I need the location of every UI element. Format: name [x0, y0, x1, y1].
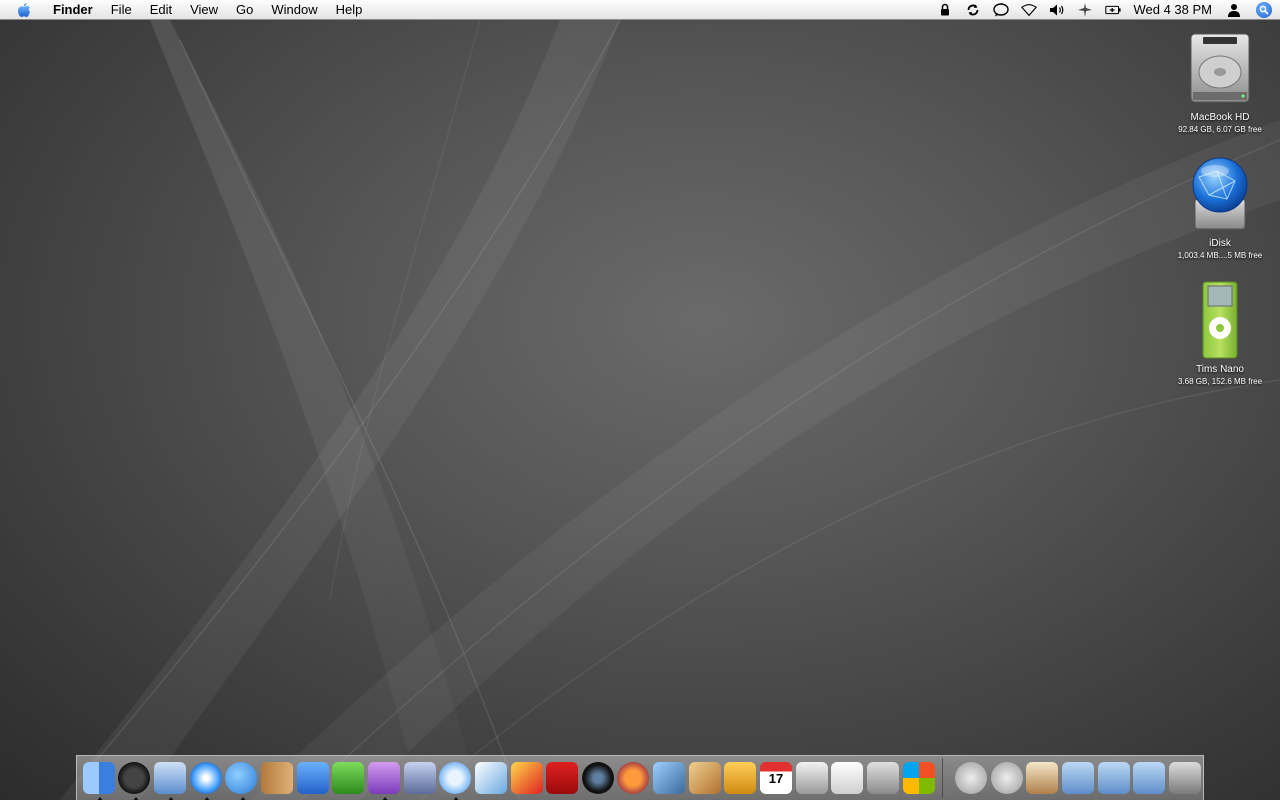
dock-item-delivery-truck[interactable]	[723, 760, 759, 796]
applications-folder-icon	[1062, 762, 1095, 794]
menu-clock[interactable]: Wed 4 38 PM	[1133, 2, 1212, 17]
windows-icon	[902, 762, 935, 794]
dock-item-calculator[interactable]	[865, 760, 901, 796]
ichat-status-icon[interactable]	[993, 2, 1010, 18]
trash-icon	[1169, 762, 1202, 794]
menu-bar: Finder File Edit View Go Window Help Wed…	[0, 0, 1280, 20]
aperture-icon	[581, 762, 614, 794]
acrobat-icon	[510, 762, 543, 794]
delivery-truck-icon	[724, 762, 757, 794]
keynote-icon	[688, 762, 721, 794]
menu-file[interactable]: File	[102, 0, 141, 20]
dock-item-adobe-reader[interactable]	[544, 760, 580, 796]
desktop-icon-label: Tims Nano	[1196, 364, 1244, 375]
ipod-nano-icon	[1186, 280, 1254, 360]
idisk-globe-icon	[1186, 154, 1254, 234]
desktop-icon-idisk[interactable]: iDisk 1,003.4 MB....5 MB free	[1165, 154, 1275, 260]
itunes-icon	[439, 762, 472, 794]
menu-edit[interactable]: Edit	[141, 0, 181, 20]
menu-help[interactable]: Help	[327, 0, 372, 20]
desktop-icon-label: MacBook HD	[1190, 112, 1250, 123]
dock-item-iphoto[interactable]	[651, 760, 687, 796]
menu-window[interactable]: Window	[262, 0, 326, 20]
desktop-icon-tims-nano[interactable]: Tims Nano 3.68 GB, 152.6 MB free	[1165, 280, 1275, 386]
mail-icon	[154, 762, 187, 794]
dock-item-trash[interactable]	[1167, 760, 1203, 796]
recorder-icon	[617, 762, 650, 794]
dock-item-pictures-folder[interactable]	[1132, 760, 1168, 796]
dock-item-mail[interactable]	[152, 760, 188, 800]
dock: 17	[76, 755, 1204, 800]
dock-item-word[interactable]	[295, 760, 331, 796]
desktop-icon-info: 3.68 GB, 152.6 MB free	[1177, 377, 1263, 386]
safari-icon	[189, 762, 222, 794]
finder-icon	[82, 762, 115, 794]
hard-drive-icon	[1186, 28, 1254, 108]
iphoto-icon	[653, 762, 686, 794]
menu-go[interactable]: Go	[227, 0, 262, 20]
dock-item-home[interactable]	[1025, 760, 1061, 796]
apple-menu-icon[interactable]	[14, 0, 34, 20]
dock-item-quill[interactable]	[402, 760, 438, 796]
dock-item-windows[interactable]	[901, 760, 937, 796]
word-icon	[296, 762, 329, 794]
ical-icon: 17	[759, 762, 792, 794]
user-icon[interactable]	[1226, 2, 1242, 18]
excel-icon	[332, 762, 365, 794]
dock-item-documents-folder[interactable]	[1096, 760, 1132, 796]
wallpaper-swooshes	[60, 19, 1280, 800]
dock-item-keynote[interactable]	[687, 760, 723, 796]
sync-icon[interactable]	[965, 2, 981, 18]
dock-item-aperture[interactable]	[580, 760, 616, 796]
address-book-icon	[261, 762, 294, 794]
desktop-icon-info: 92.84 GB, 6.07 GB free	[1178, 125, 1262, 134]
mail-stack-icon	[955, 762, 988, 794]
mail-stack-2-icon	[990, 762, 1023, 794]
desktop-icon-macbook-hd[interactable]: MacBook HD 92.84 GB, 6.07 GB free	[1165, 28, 1275, 134]
dock-item-textedit[interactable]	[829, 760, 865, 796]
dock-item-finder[interactable]	[81, 760, 117, 800]
dock-item-feather[interactable]	[473, 760, 509, 796]
dock-item-printer[interactable]	[794, 760, 830, 796]
dock-item-recorder[interactable]	[616, 760, 652, 796]
wifi-icon[interactable]	[1021, 2, 1038, 18]
bluetooth-sparkle-icon[interactable]	[1077, 2, 1093, 18]
menu-finder[interactable]: Finder	[44, 0, 102, 20]
home-icon	[1026, 762, 1059, 794]
dock-item-entourage[interactable]	[366, 760, 402, 800]
dock-item-itunes[interactable]	[437, 760, 473, 800]
feather-icon	[474, 762, 507, 794]
dock-item-mail-stack-2[interactable]	[989, 760, 1025, 796]
desktop-icon-info: 1,003.4 MB....5 MB free	[1177, 251, 1263, 260]
printer-icon	[795, 762, 828, 794]
menu-view[interactable]: View	[181, 0, 227, 20]
entourage-icon	[367, 762, 400, 794]
dock-item-ichat[interactable]	[224, 760, 260, 800]
textedit-icon	[831, 762, 864, 794]
battery-icon[interactable]	[1105, 2, 1122, 18]
lock-icon[interactable]	[937, 2, 953, 18]
dashboard-icon	[118, 762, 151, 794]
documents-folder-icon	[1097, 762, 1130, 794]
dock-item-applications-folder[interactable]	[1060, 760, 1096, 796]
dock-separator	[942, 758, 944, 798]
dock-item-safari[interactable]	[188, 760, 224, 800]
dock-item-mail-stack[interactable]	[953, 760, 989, 796]
dock-item-address-book[interactable]	[259, 760, 295, 796]
ichat-icon	[225, 762, 258, 794]
dock-item-excel[interactable]	[330, 760, 366, 796]
dock-item-dashboard[interactable]	[117, 760, 153, 800]
desktop-icon-label: iDisk	[1209, 238, 1231, 249]
pictures-folder-icon	[1133, 762, 1166, 794]
dock-item-acrobat[interactable]	[509, 760, 545, 796]
calculator-icon	[866, 762, 899, 794]
dock-item-ical[interactable]: 17	[758, 760, 794, 796]
volume-icon[interactable]	[1049, 2, 1065, 18]
quill-icon	[403, 762, 436, 794]
adobe-reader-icon	[546, 762, 579, 794]
spotlight-search-icon[interactable]	[1256, 1, 1272, 18]
desktop	[0, 0, 1280, 800]
